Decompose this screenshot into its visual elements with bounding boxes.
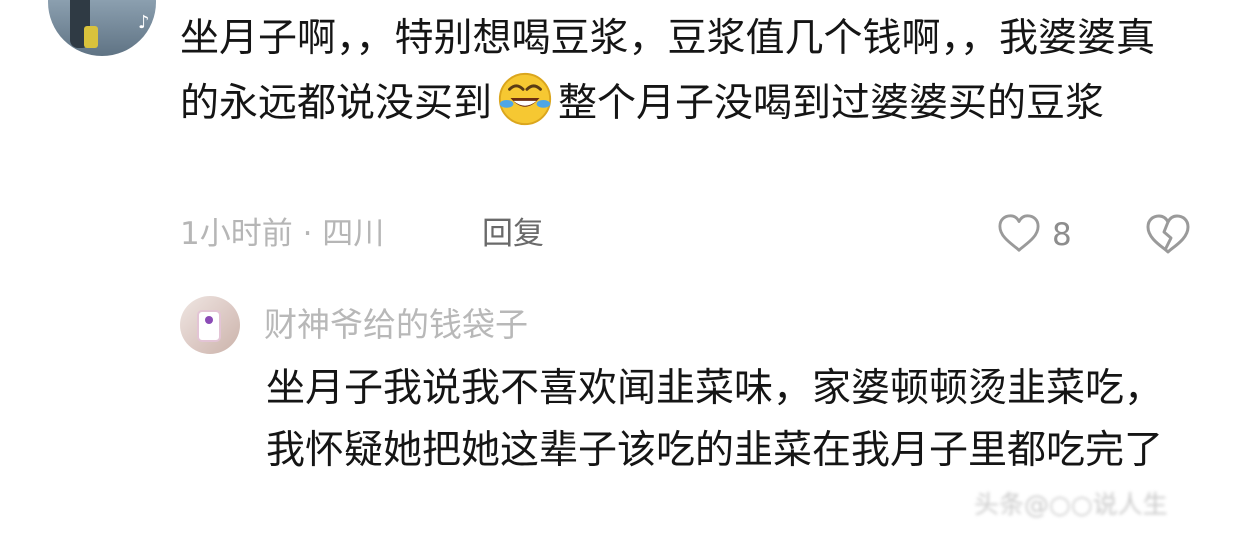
reply-button[interactable]: 回复 <box>482 210 544 258</box>
avatar-object <box>197 310 221 342</box>
avatar-dot <box>205 316 213 324</box>
avatar-accent <box>84 26 98 48</box>
comment-meta: 1小时前 · 四川 <box>180 216 385 252</box>
comment-text-part-2: 整个月子没喝到过婆婆买的豆浆 <box>558 81 1105 126</box>
dislike-button[interactable] <box>1144 212 1192 258</box>
watermark: 头条@○○说人生 <box>974 490 1168 519</box>
reply-author-name[interactable]: 财神爷给的钱袋子 <box>264 302 528 348</box>
like-button[interactable]: 8 <box>996 212 1072 258</box>
comment-text: 坐月子啊，，特别想喝豆浆，豆浆值几个钱啊，，我婆婆真的永远都说没买到 整个月子没… <box>180 8 1190 135</box>
reply-author-avatar[interactable] <box>180 296 240 354</box>
commenter-avatar[interactable]: ♪ <box>48 0 156 56</box>
reply-text: 坐月子我说我不喜欢闻韭菜味，家婆顿顿烫韭菜吃，我怀疑她把她这辈子该吃的韭菜在我月… <box>266 366 1164 473</box>
heart-icon <box>996 212 1042 258</box>
broken-heart-icon <box>1146 214 1190 254</box>
rolling-laughing-emoji-icon <box>496 70 554 128</box>
platform-logo-icon: ♪ <box>138 12 150 33</box>
like-count: 8 <box>1052 217 1072 253</box>
